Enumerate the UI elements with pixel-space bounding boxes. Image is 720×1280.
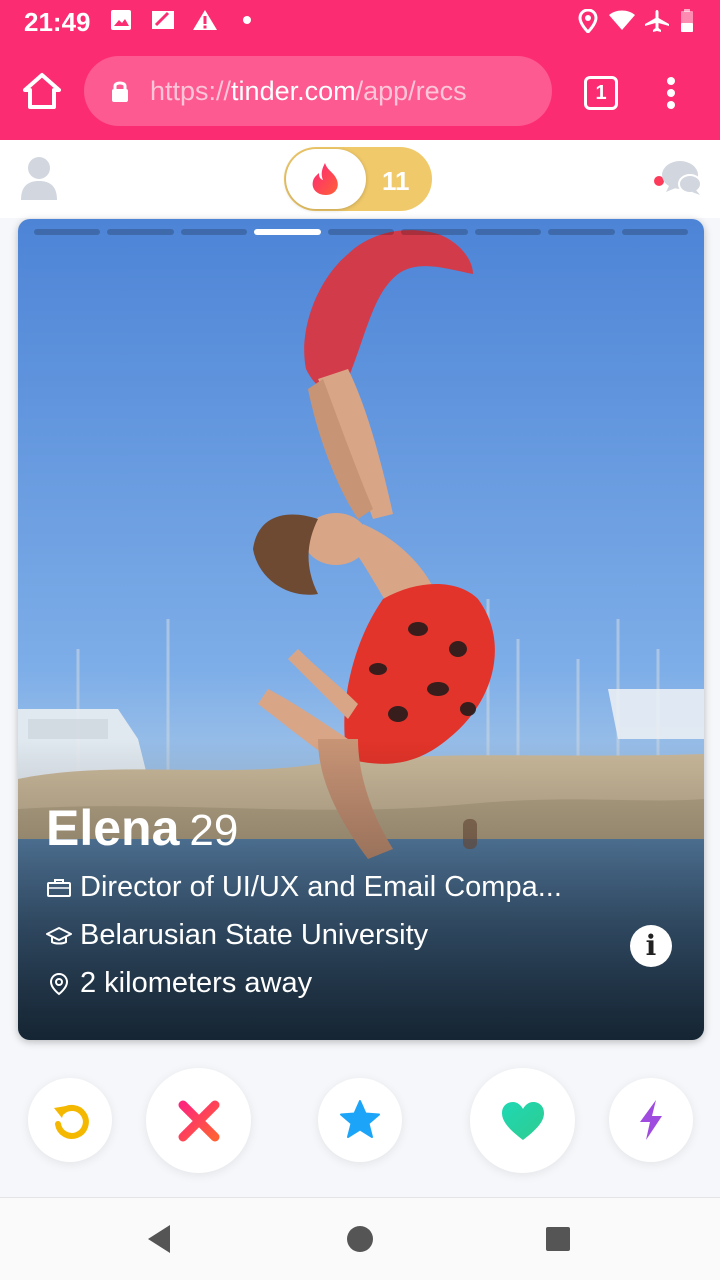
photo-indicator[interactable] [401,229,468,235]
browser-toolbar: https://tinder.com/app/recs 1 [0,42,720,140]
rewind-button[interactable] [28,1078,112,1162]
heart-icon [501,1101,544,1140]
like-button[interactable] [470,1068,575,1173]
school-row: Belarusian State University [46,919,606,952]
status-bar: 21:49 [0,0,720,42]
photo-indicator[interactable] [548,229,615,235]
warning-icon [193,10,217,30]
graduation-cap-icon [46,927,72,945]
toggle-knob [286,149,366,209]
url-bar[interactable]: https://tinder.com/app/recs [84,56,552,126]
briefcase-icon [47,879,71,898]
messages-icon[interactable] [650,158,704,198]
lock-icon [112,81,128,102]
battery-icon [681,9,693,32]
home-icon[interactable] [22,72,62,110]
photo-indicator[interactable] [327,229,395,235]
nope-x-icon [178,1100,219,1141]
profile-name: Elena [46,800,180,856]
sim-icon [152,11,174,29]
url-path: /app/recs [355,76,467,106]
status-time: 21:49 [24,7,91,37]
photo-indicator[interactable] [107,229,174,235]
boost-toggle[interactable]: 11 [284,147,432,211]
location-pin-icon [49,973,69,996]
url-scheme: https:// [150,76,232,106]
photo-indicators [34,229,688,235]
job-row: Director of UI/UX and Email Compa... [46,871,606,904]
nope-button[interactable] [146,1068,251,1173]
back-icon[interactable] [146,1223,172,1255]
app-header: 11 [0,140,720,218]
photo-indicator[interactable] [474,229,542,235]
location-icon [578,9,598,33]
recents-icon[interactable] [545,1226,571,1252]
photo-indicator[interactable] [34,229,101,235]
super-like-button[interactable] [318,1078,402,1162]
info-button[interactable]: i [630,925,672,967]
lightning-icon [640,1100,662,1140]
url-text[interactable]: https://tinder.com/app/recs [150,76,467,107]
school-text: Belarusian State University [80,919,429,951]
system-nav-bar [0,1197,720,1280]
airplane-icon [645,10,669,32]
job-text: Director of UI/UX and Email Compa... [80,871,562,903]
boost-count: 11 [382,166,410,196]
star-icon [340,1100,380,1138]
photo-indicator[interactable] [621,229,688,235]
url-domain: tinder.com [231,76,356,106]
distance-row: 2 kilometers away [46,967,606,1000]
tab-switcher-button[interactable]: 1 [584,76,618,110]
dot-icon [243,16,251,24]
distance-text: 2 kilometers away [80,967,313,999]
home-circle-icon[interactable] [346,1225,374,1253]
rewind-icon [54,1104,89,1139]
more-vert-icon[interactable] [664,76,678,110]
image-icon [111,10,131,30]
boost-button[interactable] [609,1078,693,1162]
photo-indicator-active[interactable] [254,229,321,235]
profile-age: 29 [189,806,239,855]
photo-indicator[interactable] [180,229,248,235]
wifi-icon [609,10,635,30]
profile-icon[interactable] [20,156,58,200]
profile-card[interactable]: Elena 29 Director of UI/UX and Email Comp… [18,219,704,1040]
flame-icon [312,163,338,195]
profile-name-line: Elena 29 [46,799,238,857]
